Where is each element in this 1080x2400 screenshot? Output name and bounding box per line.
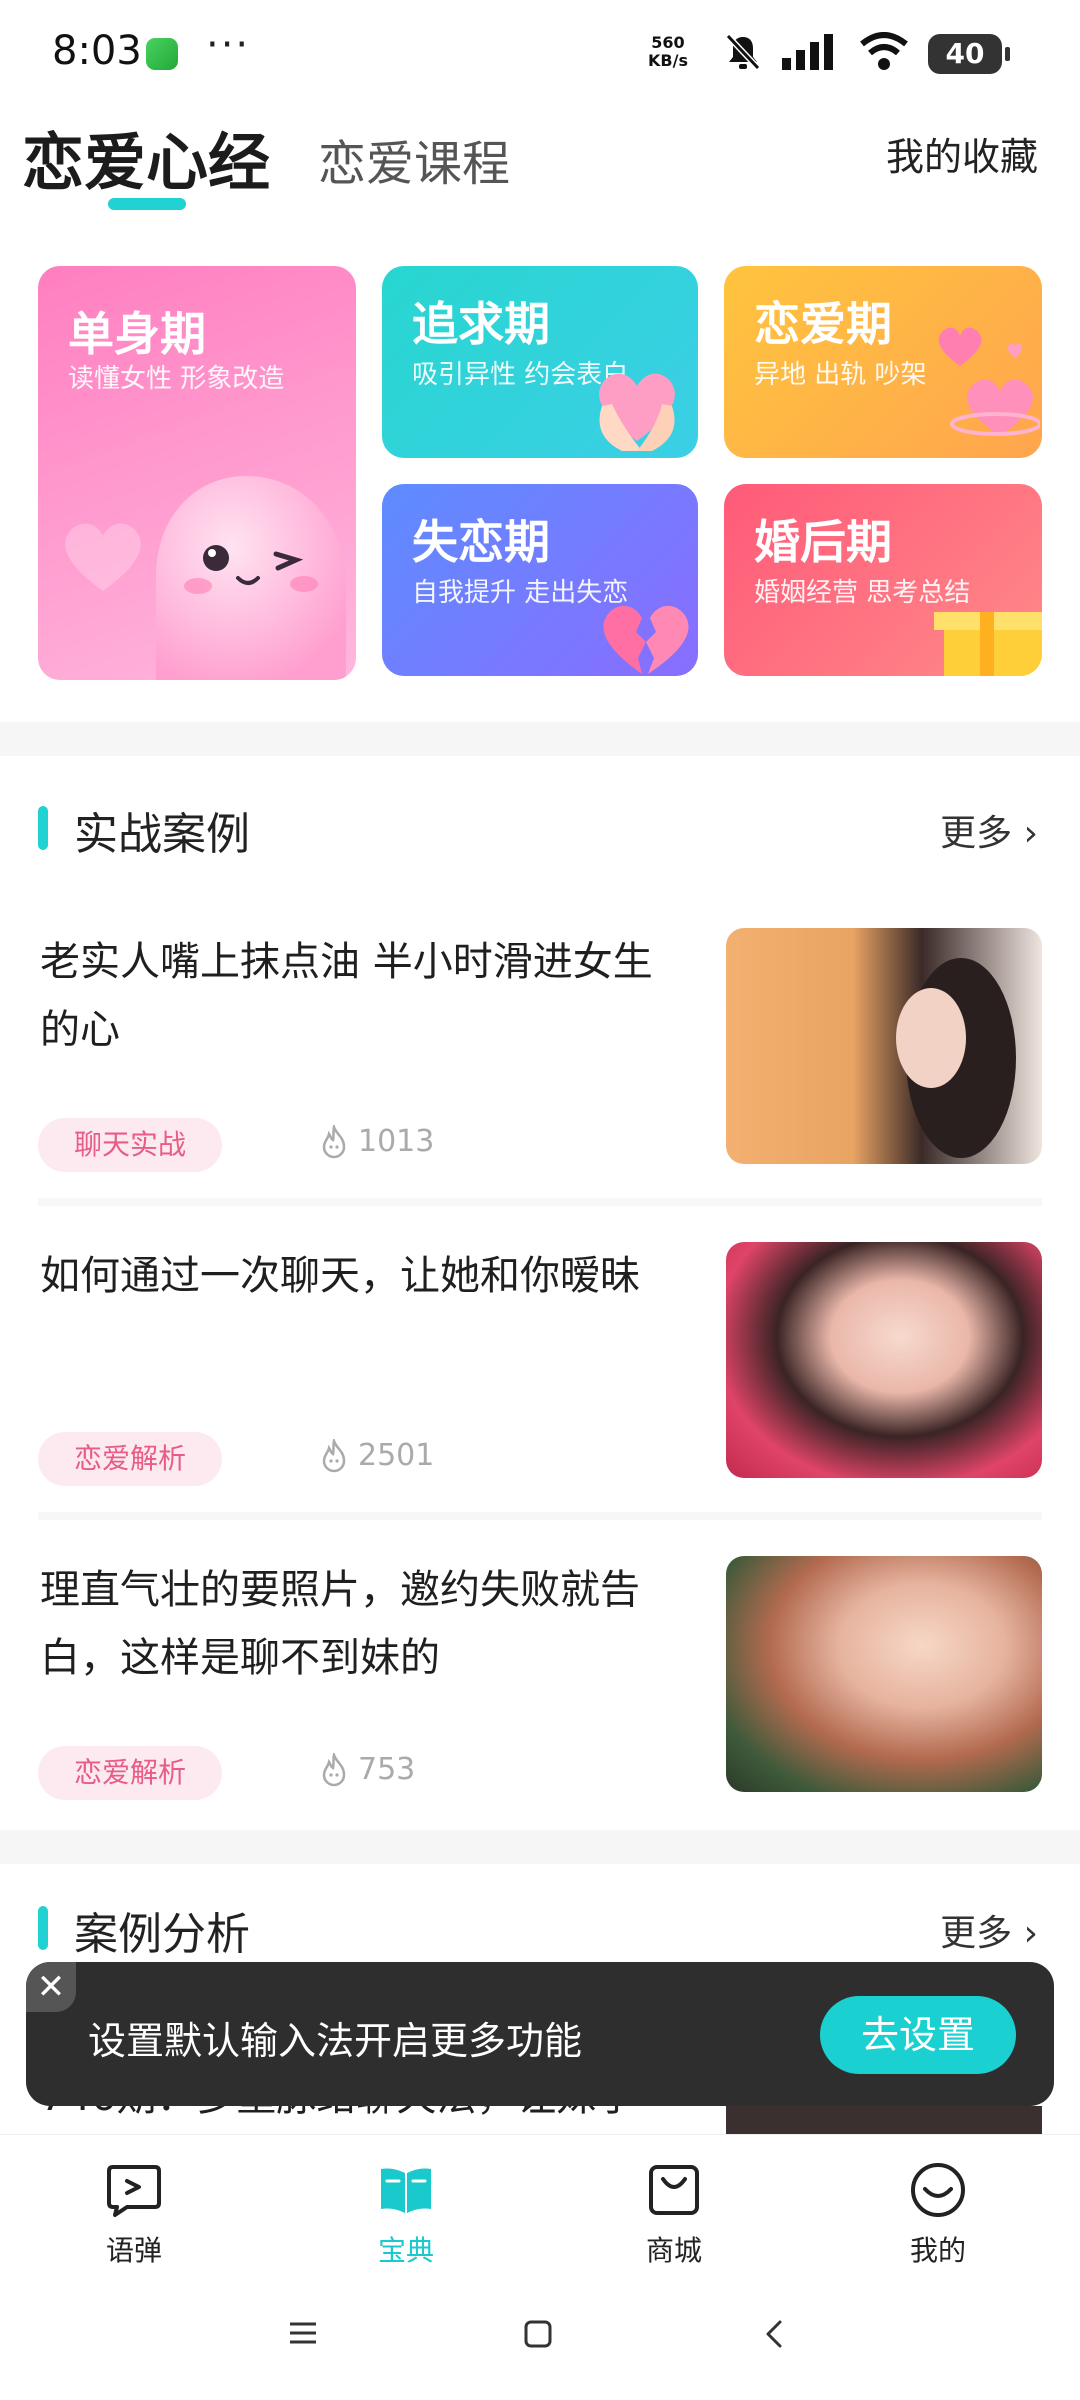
article-thumbnail [726,1242,1042,1478]
article-thumbnail [726,928,1042,1164]
section-divider [0,722,1080,756]
stage-card-married[interactable]: 婚后期 婚姻经营 思考总结 [724,484,1042,676]
article-item[interactable]: 老实人嘴上抹点油 半小时滑进女生的心 聊天实战 1013 [0,928,1080,1228]
network-speed-value: 560 [651,33,685,52]
input-method-toast: ✕ 设置默认输入法开启更多功能 去设置 [26,1962,1054,2106]
stage-card-title: 追求期 [412,297,550,351]
section-title: 实战案例 [74,809,250,860]
my-favorites-link[interactable]: 我的收藏 [886,126,1038,181]
stage-card-subtitle: 读懂女性 形象改造 [68,364,285,394]
section-accent-bar [38,806,48,850]
article-title: 如何通过一次聊天，让她和你暧昧 [40,1253,640,1299]
section-header-analysis: 案例分析 更多 › [0,1884,1080,1964]
article-views: 2501 [318,1438,434,1473]
nav-item-store[interactable]: 商城 [614,2161,734,2269]
flame-icon [322,1752,346,1786]
status-bar: 8:03 ··· 560 KB/s 40 [0,0,1080,100]
stage-card-breakup[interactable]: 失恋期 自我提升 走出失恋 [382,484,698,676]
network-speed-unit: KB/s [648,51,688,70]
article-item[interactable]: 如何通过一次聊天，让她和你暧昧 恋爱解析 2501 [0,1242,1080,1542]
nav-item-baodian[interactable]: 宝典 [346,2161,466,2269]
back-icon[interactable] [760,2318,790,2350]
article-views-count: 2501 [358,1438,435,1473]
article-thumbnail [726,2106,1042,2134]
article-item[interactable]: 理直气壮的要照片，邀约失败就告白，这样是聊不到妹的 恋爱解析 753 [0,1556,1080,1856]
stage-card-subtitle: 异地 出轨 吵架 [754,360,927,390]
wifi-icon [860,32,908,70]
floating-hearts-icon [938,327,1040,436]
nav-item-mine[interactable]: 我的 [878,2161,998,2269]
heart-decoration-icon [65,523,141,591]
stage-card-title: 恋爱期 [754,297,892,351]
close-icon[interactable]: ✕ [26,1962,76,2012]
stage-card-title: 婚后期 [754,515,892,569]
cute-ghost-mascot-icon [156,476,346,680]
toast-message: 设置默认输入法开启更多功能 [88,2019,583,2063]
article-views: 1013 [318,1124,434,1159]
stage-card-title: 单身期 [68,307,206,361]
thumbnail-face [896,988,966,1088]
article-views: 753 [318,1752,415,1787]
section-header-cases: 实战案例 更多 › [0,784,1080,864]
go-settings-button[interactable]: 去设置 [820,1996,1016,2074]
row-divider [38,1512,1042,1520]
smiley-face-icon [911,2163,965,2217]
flame-icon [322,1124,346,1158]
home-icon[interactable] [522,2318,554,2350]
open-book-icon [381,2168,431,2213]
section-accent-bar [38,1906,48,1950]
gift-box-icon [934,612,1042,676]
mute-bell-icon [725,33,761,71]
stage-card-single[interactable]: 单身期 读懂女性 形象改造 [38,266,356,680]
article-title: 老实人嘴上抹点油 半小时滑进女生的心 [40,939,653,1053]
article-item-peek[interactable]: 746期：多重脉络聊天法，让妹子 [0,2106,1080,2134]
more-button[interactable]: 更多 › [940,1904,1038,1956]
nav-item-yudan[interactable]: 语弹 [74,2161,194,2269]
chat-bubble-icon [107,2165,161,2217]
flame-icon [322,1438,346,1472]
network-speed: 560 KB/s [648,34,688,70]
nav-label: 我的 [909,2234,966,2267]
nav-label: 语弹 [105,2234,162,2267]
article-tag: 聊天实战 [38,1118,222,1172]
app-notification-icon [146,38,178,70]
top-tabs: 恋爱心经 恋爱课程 我的收藏 [0,100,1080,220]
heart-hands-icon [599,373,675,451]
nav-label: 宝典 [377,2234,434,2267]
system-nav-bar [0,2290,1080,2400]
article-title: 746期：多重脉络聊天法，让妹子 [40,2106,636,2122]
row-divider [38,1198,1042,1206]
shopping-bag-icon [649,2165,699,2215]
bottom-nav: 语弹 宝典 商城 我的 [0,2134,1080,2284]
broken-heart-icon [603,605,689,674]
active-tab-indicator [108,198,186,210]
article-title: 理直气壮的要照片，邀约失败就告白，这样是聊不到妹的 [40,1567,640,1681]
section-divider [0,1830,1080,1864]
article-views-count: 1013 [358,1124,435,1159]
article-tag: 恋爱解析 [38,1432,222,1486]
stage-card-in-love[interactable]: 恋爱期 异地 出轨 吵架 [724,266,1042,458]
tab-love-courses[interactable]: 恋爱课程 [318,124,510,194]
article-views-count: 753 [358,1752,416,1787]
more-button[interactable]: 更多 › [940,804,1038,856]
status-time: 8:03 [52,28,142,74]
stage-card-pursuit[interactable]: 追求期 吸引异性 约会表白 [382,266,698,458]
article-tag: 恋爱解析 [38,1746,222,1800]
nav-label: 商城 [645,2234,702,2267]
battery-indicator: 40 [928,34,1010,74]
article-thumbnail [726,1556,1042,1792]
status-more-icon: ··· [206,22,251,68]
section-title: 案例分析 [74,1909,250,1960]
stage-card-title: 失恋期 [412,515,550,569]
signal-icon [782,34,833,70]
tab-love-tips[interactable]: 恋爱心经 [22,112,270,202]
menu-icon[interactable] [286,2318,320,2348]
